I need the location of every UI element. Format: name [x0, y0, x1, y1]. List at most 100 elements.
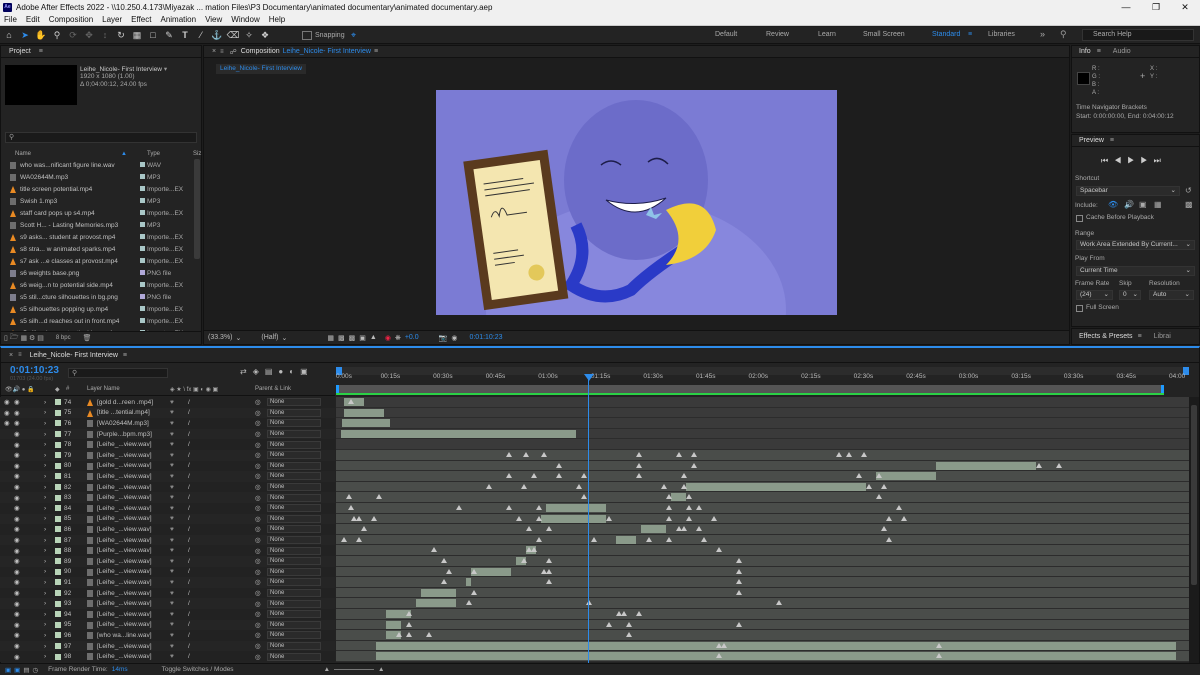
- transfer-controls-icon[interactable]: ▣: [14, 666, 20, 674]
- track-row[interactable]: [336, 471, 1189, 482]
- track-row[interactable]: [336, 587, 1189, 599]
- audio-keyframe[interactable]: [506, 473, 512, 479]
- label-color-swatch[interactable]: [140, 294, 145, 299]
- pick-whip-icon[interactable]: ◎: [255, 504, 261, 512]
- shy-switch-icon[interactable]: ♥: [170, 515, 174, 522]
- audio-keyframe[interactable]: [711, 515, 717, 521]
- track-row[interactable]: [336, 534, 1189, 546]
- pick-whip-icon[interactable]: ◎: [255, 631, 261, 639]
- audio-keyframe[interactable]: [581, 473, 587, 479]
- clip-bar[interactable]: [671, 493, 686, 502]
- clip-bar[interactable]: [342, 419, 390, 428]
- audio-toggle-icon[interactable]: ◉: [14, 589, 20, 597]
- layer-name[interactable]: [Leihe_...view.wav]: [97, 515, 163, 522]
- new-composition-icon[interactable]: ▦: [20, 334, 27, 342]
- timeline-current-time[interactable]: 0:01:10:23: [10, 365, 59, 376]
- project-item[interactable]: s9 asks... student at provost.mp4 Importe…: [10, 231, 200, 243]
- shy-switch-icon[interactable]: ♥: [170, 537, 174, 544]
- shy-switch-icon[interactable]: ♥: [170, 579, 174, 586]
- pick-whip-icon[interactable]: ◎: [255, 578, 261, 586]
- panel-menu-icon-6[interactable]: ≡: [18, 352, 22, 358]
- layer-label-color[interactable]: [55, 526, 61, 533]
- shy-switch-icon[interactable]: ♥: [170, 643, 174, 650]
- project-search-input[interactable]: ⚲: [5, 132, 197, 143]
- track-row[interactable]: [336, 556, 1189, 567]
- audio-keyframe[interactable]: [446, 568, 452, 574]
- layer-row[interactable]: ◉ › 77 [Purple...bpm.mp3] ♥ / ◎ None: [0, 428, 335, 440]
- layer-row[interactable]: ◉ › 91 [Leihe_...view.wav] ♥ / ◎ None: [0, 577, 335, 588]
- track-row[interactable]: [336, 460, 1189, 472]
- audio-keyframe[interactable]: [396, 632, 402, 638]
- parent-dropdown[interactable]: None: [267, 493, 321, 502]
- project-item[interactable]: s6 weights base.png PNG file: [10, 267, 200, 279]
- track-row[interactable]: [336, 450, 1189, 461]
- search-help-input[interactable]: Search Help: [1082, 29, 1194, 41]
- shy-switch-icon[interactable]: ♥: [170, 611, 174, 618]
- layer-label-color[interactable]: [55, 600, 61, 607]
- parent-dropdown[interactable]: None: [267, 620, 321, 629]
- audio-keyframe[interactable]: [406, 632, 412, 638]
- audio-keyframe[interactable]: [896, 505, 902, 510]
- audio-keyframe[interactable]: [936, 653, 942, 659]
- shy-switch-icon[interactable]: ♥: [170, 431, 174, 438]
- audio-keyframe[interactable]: [661, 483, 667, 489]
- layer-name[interactable]: [Leihe_...view.wav]: [97, 473, 163, 480]
- label-color-swatch[interactable]: [140, 198, 145, 203]
- panel-menu-icon-5[interactable]: ≡: [1138, 333, 1142, 340]
- project-item[interactable]: s6 weig...n to potential side.mp4 Importe…: [10, 279, 200, 291]
- home-icon[interactable]: ⌂: [2, 28, 16, 42]
- project-scrollbar[interactable]: [194, 159, 200, 259]
- quality-switch-icon[interactable]: /: [188, 526, 190, 533]
- layer-row[interactable]: ◉ › 82 [Leihe_...view.wav] ♥ / ◎ None: [0, 481, 335, 493]
- parent-dropdown[interactable]: None: [267, 557, 321, 566]
- shy-switch-icon[interactable]: ♥: [170, 462, 174, 469]
- audio-keyframe[interactable]: [701, 536, 707, 542]
- audio-toggle-icon[interactable]: ◉: [14, 631, 20, 639]
- track-row[interactable]: [336, 492, 1189, 503]
- show-snapshot-icon[interactable]: ◉: [451, 334, 457, 342]
- playhead-line[interactable]: [588, 374, 589, 663]
- audio-keyframe[interactable]: [486, 483, 492, 489]
- audio-keyframe[interactable]: [466, 600, 472, 606]
- clip-bar[interactable]: [344, 408, 384, 417]
- layer-label-color[interactable]: [55, 515, 61, 522]
- track-row[interactable]: [336, 428, 1189, 440]
- layer-row[interactable]: ◉ › 86 [Leihe_...view.wav] ♥ / ◎ None: [0, 524, 335, 535]
- pick-whip-icon[interactable]: ◎: [255, 600, 261, 608]
- clip-bar[interactable]: [616, 535, 636, 544]
- expand-chevron-icon[interactable]: ›: [44, 409, 46, 416]
- workspace-learn[interactable]: Learn: [818, 31, 836, 38]
- snap-options-icon[interactable]: ⌖: [347, 28, 361, 42]
- composition-tab[interactable]: Leihe_Nicole- First Interview: [216, 64, 307, 74]
- shy-switch-icon[interactable]: ♥: [170, 632, 174, 639]
- audio-keyframe[interactable]: [686, 505, 692, 510]
- track-row[interactable]: [336, 630, 1189, 641]
- audio-keyframe[interactable]: [636, 473, 642, 479]
- zoom-slider[interactable]: [334, 669, 374, 670]
- parent-dropdown[interactable]: None: [267, 631, 321, 640]
- parent-dropdown[interactable]: None: [267, 430, 321, 439]
- audio-keyframe[interactable]: [666, 494, 672, 500]
- track-row[interactable]: [336, 481, 1189, 493]
- quality-switch-icon[interactable]: /: [188, 568, 190, 575]
- audio-keyframe[interactable]: [681, 526, 687, 532]
- layer-name[interactable]: [Leihe_...view.wav]: [97, 558, 163, 565]
- playhead-handle[interactable]: [584, 374, 594, 381]
- project-settings-icon[interactable]: ⚙: [29, 334, 35, 342]
- layer-label-color[interactable]: [55, 632, 61, 639]
- audio-toggle-icon[interactable]: ◉: [14, 610, 20, 618]
- shy-switch-icon[interactable]: ♥: [170, 399, 174, 406]
- expand-chevron-icon[interactable]: ›: [44, 547, 46, 554]
- track-row[interactable]: [336, 651, 1189, 662]
- audio-keyframe[interactable]: [361, 526, 367, 532]
- audio-keyframe[interactable]: [691, 462, 697, 468]
- magnification-dropdown[interactable]: (33.3%): [208, 334, 233, 341]
- track-row[interactable]: [336, 513, 1189, 525]
- skip-dropdown[interactable]: 0 ⌄: [1119, 290, 1141, 300]
- pick-whip-icon[interactable]: ◎: [255, 568, 261, 576]
- comp-menu-icon[interactable]: ≡: [374, 48, 378, 55]
- region-of-interest-icon[interactable]: ▦: [327, 334, 334, 342]
- layer-name[interactable]: [Leihe_...view.wav]: [97, 441, 163, 448]
- zoom-out-icon[interactable]: ▲: [324, 666, 330, 673]
- audio-keyframe[interactable]: [681, 473, 687, 479]
